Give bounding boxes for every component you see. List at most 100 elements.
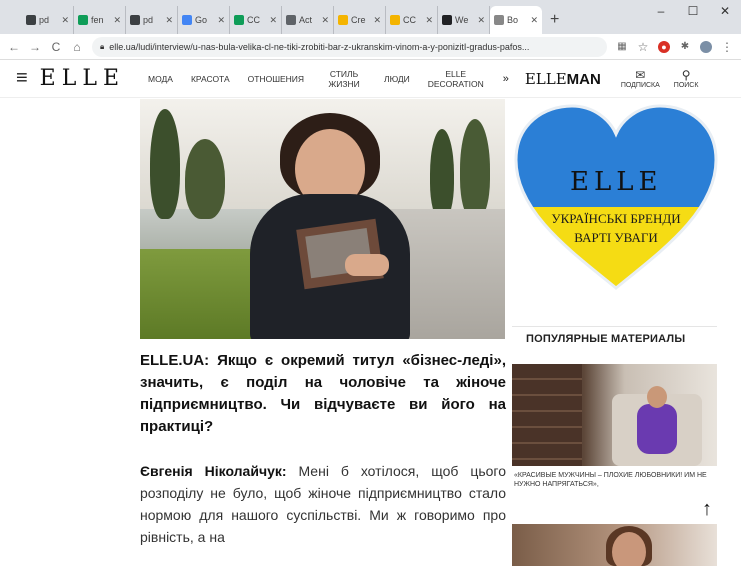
browser-tab-strip: pd ✕ fen ✕ pd ✕ Go ✕ CC ✕ Act ✕ Cre ✕ CC ✕ We ✕ Bo ✕ + – ☐ ✕ [0, 0, 741, 34]
browser-tab[interactable]: Bo ✕ [490, 6, 542, 34]
tab-label: Bo [507, 15, 519, 25]
forward-arrow-icon[interactable]: → [29, 40, 41, 54]
divider [512, 326, 717, 327]
interview-answer: Євгенія Ніколайчук: Мені б хотілося, щоб… [140, 460, 506, 548]
tab-favicon-icon [26, 15, 36, 25]
elleman-logo[interactable]: ELLEMAN [525, 70, 601, 88]
tab-favicon-icon [390, 15, 400, 25]
banner-line1: УКРАЇНСЬКІ БРЕНДИ [551, 211, 680, 226]
nav-item-otnosheniya[interactable]: ОТНОШЕНИЯ [239, 74, 313, 84]
tab-label: Act [299, 15, 313, 25]
tab-close-icon[interactable]: ✕ [321, 15, 329, 26]
window-controls: – ☐ ✕ [645, 4, 741, 18]
bookmark-star-icon[interactable]: ☆ [637, 40, 649, 54]
card1-dress [637, 404, 677, 454]
browser-tab[interactable]: Go ✕ [178, 6, 230, 34]
main-nav: МОДА КРАСОТА ОТНОШЕНИЯ СТИЛЬ ЖИЗНИ ЛЮДИ … [139, 69, 493, 89]
card1-head [647, 386, 667, 408]
tab-favicon-icon [130, 15, 140, 25]
interview-question: ELLE.UA: Якщо є окремий титул «бізнес-ле… [140, 352, 506, 435]
puzzle-icon[interactable]: ✱ [679, 41, 691, 52]
nav-item-krasota[interactable]: КРАСОТА [182, 74, 239, 84]
browser-tab[interactable]: Cre ✕ [334, 6, 386, 34]
browser-tab[interactable]: fen ✕ [74, 6, 126, 34]
nav-item-stil-zhizni[interactable]: СТИЛЬ ЖИЗНИ [313, 69, 375, 89]
speaker-name: Євгенія Ніколайчук: [140, 463, 287, 479]
elle-logo[interactable]: ELLE [40, 66, 125, 91]
more-menu-icon[interactable]: ⋮ [721, 40, 733, 54]
browser-tab[interactable]: pd ✕ [22, 6, 74, 34]
photo-tree [460, 119, 490, 219]
arrow-up-icon: ↑ [702, 497, 712, 520]
tab-close-icon[interactable]: ✕ [477, 15, 485, 26]
nav-item-moda[interactable]: МОДА [139, 74, 182, 84]
tab-close-icon[interactable]: ✕ [373, 15, 381, 26]
popular-card-1-caption[interactable]: «КРАСИВЫЕ МУЖЧИНЫ – ПЛОХИЕ ЛЮБОВНИКИ! ИМ… [514, 471, 714, 489]
search-icon: ⚲ [681, 67, 691, 82]
reload-icon[interactable]: C [50, 40, 62, 54]
popular-card-2-image[interactable] [512, 524, 717, 566]
ukrainian-brands-banner[interactable]: ELLE УКРАЇНСЬКІ БРЕНДИ ВАРТІ УВАГИ [512, 102, 720, 292]
tab-close-icon[interactable]: ✕ [165, 15, 173, 26]
tab-close-icon[interactable]: ✕ [61, 15, 69, 26]
hamburger-menu-icon[interactable]: ≡ [16, 67, 28, 90]
maximize-button[interactable]: ☐ [677, 4, 709, 18]
back-arrow-icon[interactable]: ← [8, 40, 20, 54]
tab-favicon-icon [494, 15, 504, 25]
tab-close-icon[interactable]: ✕ [425, 15, 433, 26]
subscribe-label: ПОДПИСКА [620, 81, 660, 89]
new-tab-button[interactable]: + [542, 6, 567, 34]
nav-more-chevron[interactable]: » [503, 73, 509, 85]
url-field[interactable]: 🔒︎ elle.ua/ludi/interview/u-nas-bula-vel… [92, 36, 607, 57]
mail-icon: ✉ [635, 67, 646, 82]
banner-logo: ELLE [570, 167, 663, 197]
tab-label: CC [247, 15, 260, 25]
home-icon[interactable]: ⌂ [71, 40, 83, 54]
nav-item-lyudi[interactable]: ЛЮДИ [375, 74, 419, 84]
photo-tree [185, 139, 225, 219]
extension-icon[interactable]: ● [658, 40, 670, 53]
tab-label: pd [39, 15, 50, 25]
tab-close-icon[interactable]: ✕ [269, 15, 277, 26]
tab-label: CC [403, 15, 416, 25]
tab-label: Go [195, 15, 208, 25]
browser-tab[interactable]: We ✕ [438, 6, 490, 34]
tab-favicon-icon [78, 15, 88, 25]
browser-tab[interactable]: pd ✕ [126, 6, 178, 34]
browser-tab[interactable]: CC ✕ [230, 6, 282, 34]
site-header: ≡ ELLE МОДА КРАСОТА ОТНОШЕНИЯ СТИЛЬ ЖИЗН… [0, 60, 741, 98]
photo-tree [430, 129, 454, 219]
tab-label: pd [143, 15, 154, 25]
subscribe-button[interactable]: ✉ ПОДПИСКА [620, 67, 660, 89]
nav-item-elle-decoration[interactable]: ELLE DECORATION [419, 69, 493, 89]
tab-label: Cre [351, 15, 366, 25]
browser-tab[interactable]: CC ✕ [386, 6, 438, 34]
url-text: elle.ua/ludi/interview/u-nas-bula-velika… [109, 41, 530, 52]
tab-close-icon[interactable]: ✕ [217, 15, 225, 26]
tab-close-icon[interactable]: ✕ [113, 15, 121, 26]
tab-close-icon[interactable]: ✕ [530, 15, 538, 26]
tab-favicon-icon [338, 15, 348, 25]
card1-bookshelf [512, 364, 582, 466]
close-window-button[interactable]: ✕ [709, 4, 741, 18]
scroll-to-top-button[interactable]: ↑ [694, 496, 720, 522]
popular-card-1-image[interactable] [512, 364, 717, 466]
tab-label: fen [91, 15, 104, 25]
article-hero-image [140, 99, 505, 339]
tab-favicon-icon [234, 15, 244, 25]
translate-icon[interactable]: ▦ [616, 41, 628, 52]
search-button[interactable]: ⚲ ПОИСК [673, 67, 699, 89]
tab-label: We [455, 15, 469, 25]
tab-favicon-icon [442, 15, 452, 25]
browser-tab[interactable]: Act ✕ [282, 6, 334, 34]
tab-favicon-icon [286, 15, 296, 25]
card2-head [612, 532, 646, 566]
banner-line2: ВАРТІ УВАГИ [574, 230, 658, 245]
profile-avatar[interactable] [700, 40, 712, 53]
photo-tree [150, 109, 180, 219]
minimize-button[interactable]: – [645, 4, 677, 18]
heart-banner-graphic: ELLE УКРАЇНСЬКІ БРЕНДИ ВАРТІ УВАГИ [514, 104, 718, 290]
tab-favicon-icon [182, 15, 192, 25]
photo-hand [345, 254, 389, 276]
search-label: ПОИСК [673, 81, 699, 89]
